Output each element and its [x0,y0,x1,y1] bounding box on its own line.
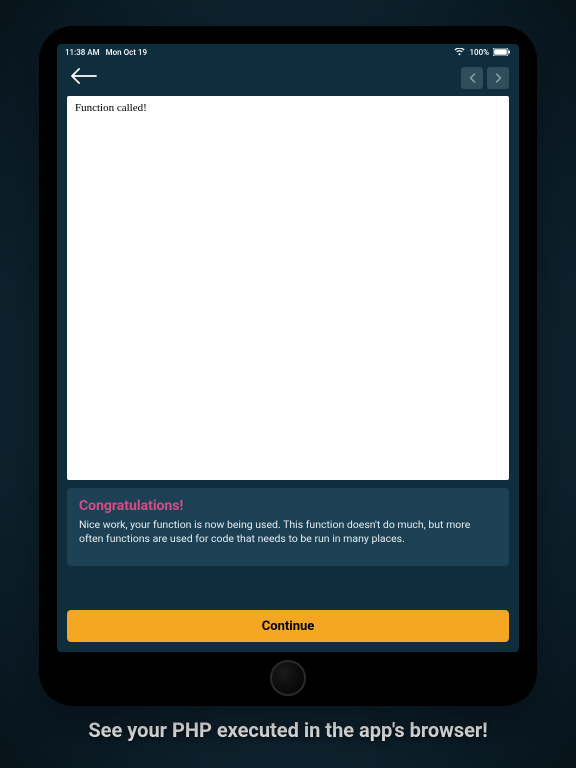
browser-nav [461,67,509,89]
message-title: Congratulations! [79,498,497,514]
browser-output-pane: Function called! [67,96,509,480]
home-button[interactable] [270,660,306,696]
battery-icon [493,48,511,56]
wifi-icon [454,48,465,56]
back-button[interactable] [67,64,101,92]
continue-button[interactable]: Continue [67,610,509,642]
status-battery: 100% [469,48,489,57]
tablet-frame: 11:38 AM Mon Oct 19 100% [39,26,537,706]
browser-back-button[interactable] [461,67,483,89]
status-bar: 11:38 AM Mon Oct 19 100% [57,44,519,60]
status-time: 11:38 AM [65,48,100,57]
browser-output-text: Function called! [75,102,147,114]
topbar [57,60,519,96]
tablet-screen: 11:38 AM Mon Oct 19 100% [57,44,519,652]
content-area: Function called! Congratulations! Nice w… [57,96,519,652]
message-box: Congratulations! Nice work, your functio… [67,488,509,566]
message-body: Nice work, your function is now being us… [79,518,497,546]
promo-caption: See your PHP executed in the app's brows… [28,718,547,742]
status-date: Mon Oct 19 [106,48,147,57]
browser-forward-button[interactable] [487,67,509,89]
continue-label: Continue [262,619,315,634]
